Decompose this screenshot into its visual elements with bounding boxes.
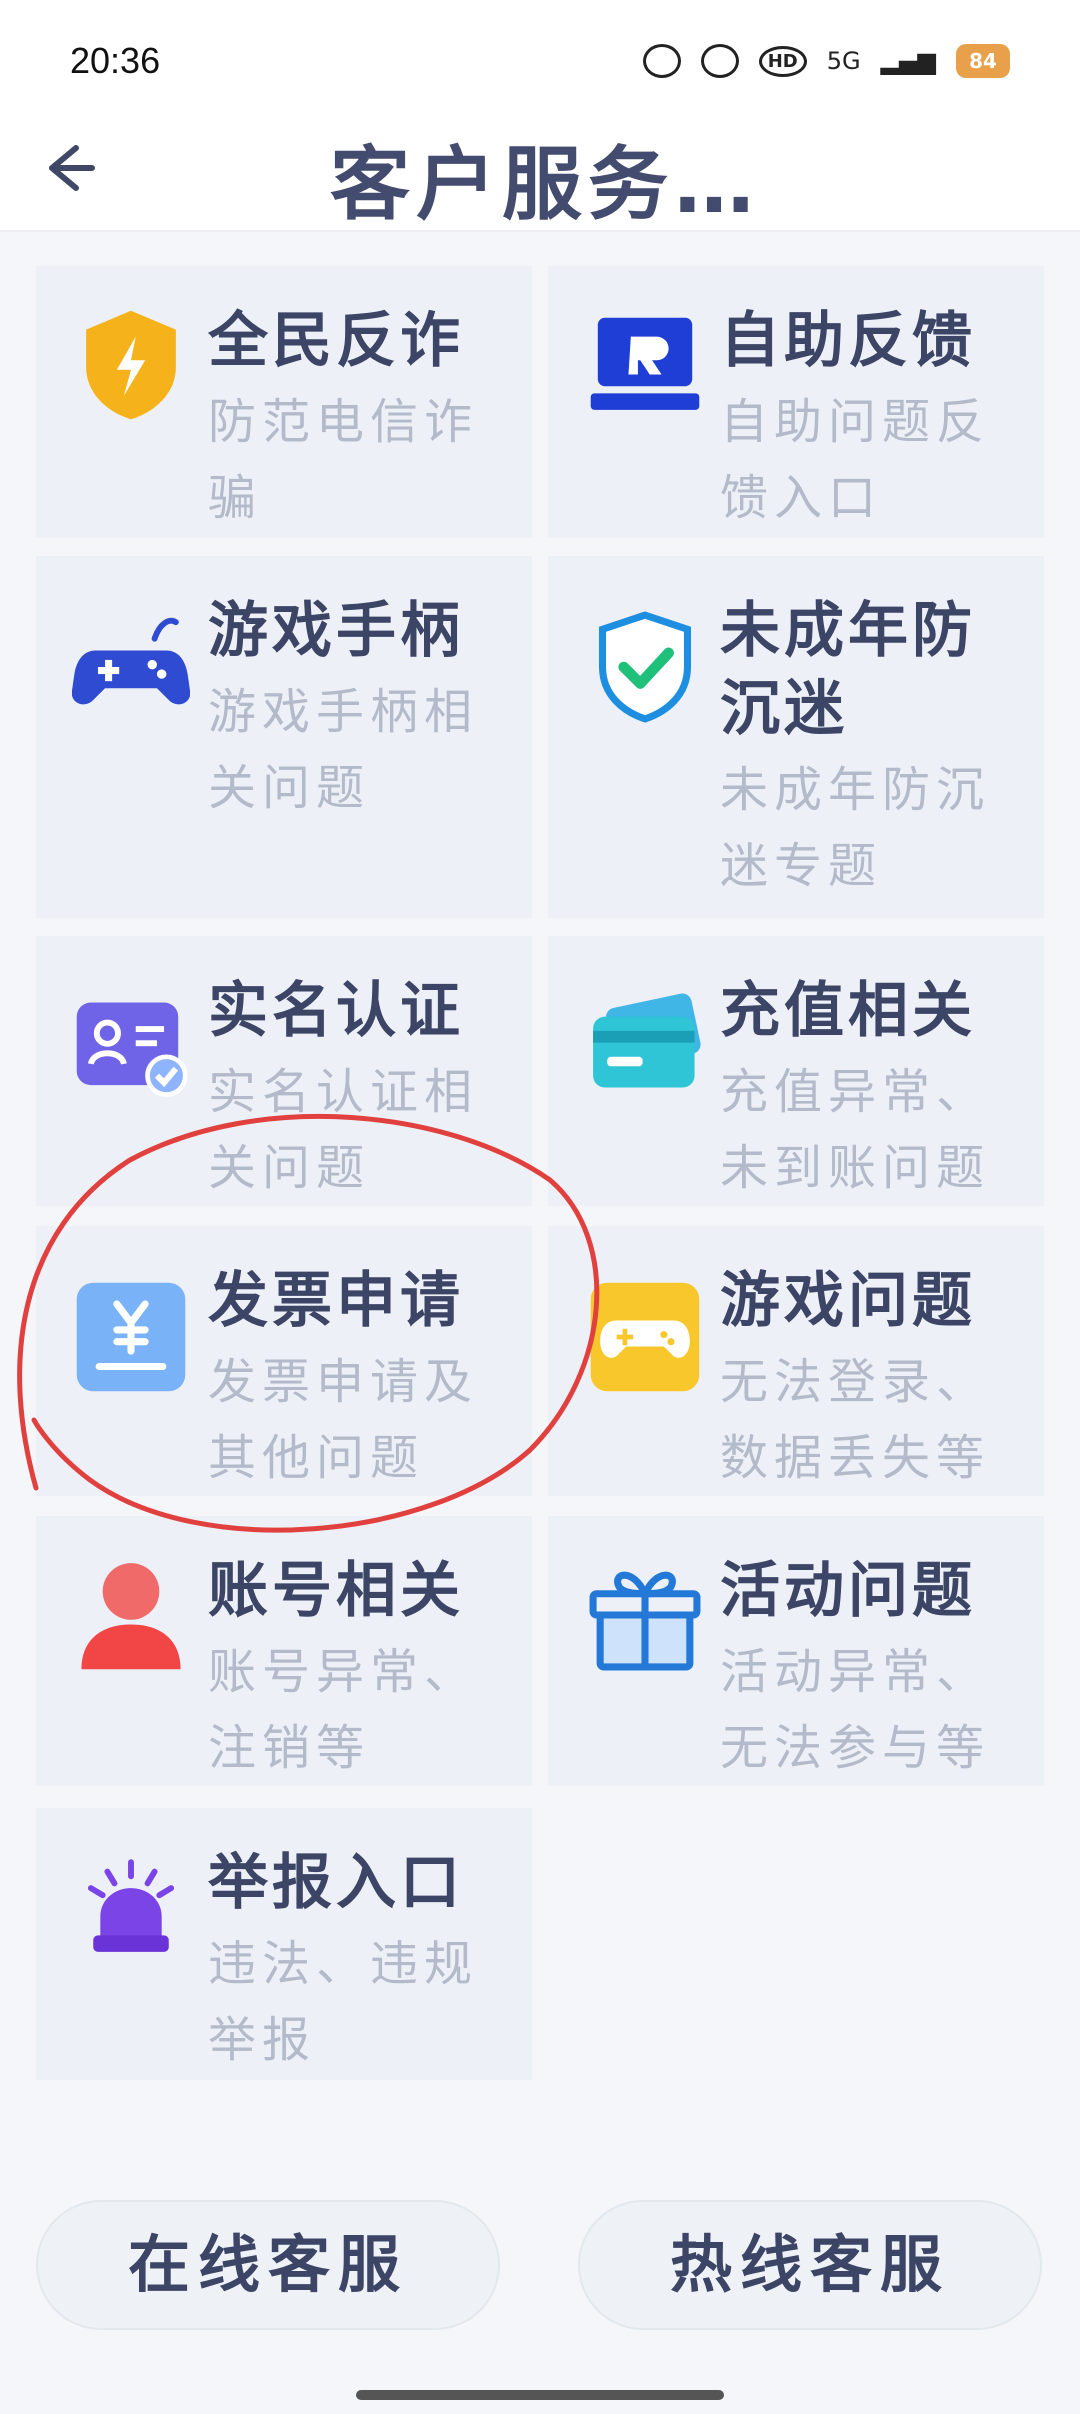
hd-icon: HD (758, 45, 807, 77)
service-card-real-name[interactable]: 实名认证 实名认证相关问题 (36, 936, 532, 1206)
service-card-gamepad[interactable]: 游戏手柄 游戏手柄相关问题 (36, 556, 532, 918)
service-card-account[interactable]: 账号相关 账号异常、注销等 (36, 1516, 532, 1786)
service-title: 自助反馈 (720, 306, 976, 376)
back-arrow-icon[interactable] (24, 128, 104, 208)
service-desc: 自助问题反馈入口 (720, 394, 991, 526)
user-icon (81, 1563, 181, 1670)
home-indicator[interactable] (356, 2390, 724, 2400)
service-desc: 发票申请及其他问题 (208, 1354, 479, 1486)
service-title: 充值相关 (720, 976, 976, 1046)
status-bar: 20:36 HD 5G ▂▄▆ 84 (0, 0, 1080, 110)
network-label: 5G (826, 47, 861, 75)
service-card-game-issue[interactable]: 游戏问题 无法登录、数据丢失等 (548, 1226, 1044, 1496)
service-card-report[interactable]: 举报入口 违法、违规举报 (36, 1808, 532, 2080)
page-header: 客户服务… (0, 110, 1080, 232)
gift-icon (589, 1571, 701, 1671)
service-desc: 未成年防沉迷专题 (720, 762, 991, 894)
game-controller-icon (590, 1282, 700, 1392)
service-card-invoice[interactable]: 发票申请 发票申请及其他问题 (36, 1226, 532, 1496)
service-card-recharge[interactable]: 充值相关 充值异常、未到账问题 (548, 936, 1044, 1206)
alarm-siren-icon (87, 1859, 175, 1952)
service-title: 实名认证 (208, 976, 464, 1046)
service-desc: 无法登录、数据丢失等 (720, 1354, 991, 1486)
service-title: 未成年防沉迷 (720, 596, 976, 744)
gamepad-icon (72, 617, 190, 705)
service-desc: 游戏手柄相关问题 (208, 684, 479, 816)
service-desc: 充值异常、未到账问题 (720, 1064, 991, 1196)
service-card-anti-fraud[interactable]: 全民反诈 防范电信诈骗 (36, 266, 532, 538)
service-title: 活动问题 (720, 1556, 976, 1626)
online-service-button[interactable]: 在线客服 (36, 2200, 500, 2330)
shield-lightning-icon (86, 310, 176, 420)
credit-card-icon (593, 993, 701, 1088)
service-card-feedback[interactable]: 自助反馈 自助问题反馈入口 (548, 266, 1044, 538)
invoice-yen-icon (76, 1282, 186, 1392)
service-title: 全民反诈 (208, 306, 464, 376)
service-desc: 实名认证相关问题 (208, 1064, 479, 1196)
service-title: 举报入口 (208, 1848, 464, 1918)
hotline-service-button[interactable]: 热线客服 (578, 2200, 1042, 2330)
page-title: 客户服务… (330, 138, 760, 231)
service-desc: 防范电信诈骗 (208, 394, 479, 526)
service-desc: 账号异常、注销等 (208, 1644, 479, 1776)
shield-check-icon (598, 611, 692, 723)
bell-icon (700, 44, 739, 78)
service-title: 发票申请 (208, 1266, 464, 1336)
service-title: 账号相关 (208, 1556, 464, 1626)
id-card-icon (76, 1002, 188, 1097)
service-desc: 违法、违规举报 (208, 1936, 479, 2068)
signal-icon: ▂▄▆ (880, 47, 936, 75)
service-card-activity[interactable]: 活动问题 活动异常、无法参与等 (548, 1516, 1044, 1786)
service-desc: 活动异常、无法参与等 (720, 1644, 991, 1776)
status-icons: HD 5G ▂▄▆ 84 (642, 44, 1010, 78)
service-title: 游戏问题 (720, 1266, 976, 1336)
service-card-minor-protection[interactable]: 未成年防沉迷 未成年防沉迷专题 (548, 556, 1044, 918)
cat-icon (642, 44, 681, 78)
status-time: 20:36 (70, 40, 161, 81)
feedback-monitor-icon (590, 317, 700, 410)
service-title: 游戏手柄 (208, 596, 464, 666)
battery-icon: 84 (956, 44, 1010, 78)
